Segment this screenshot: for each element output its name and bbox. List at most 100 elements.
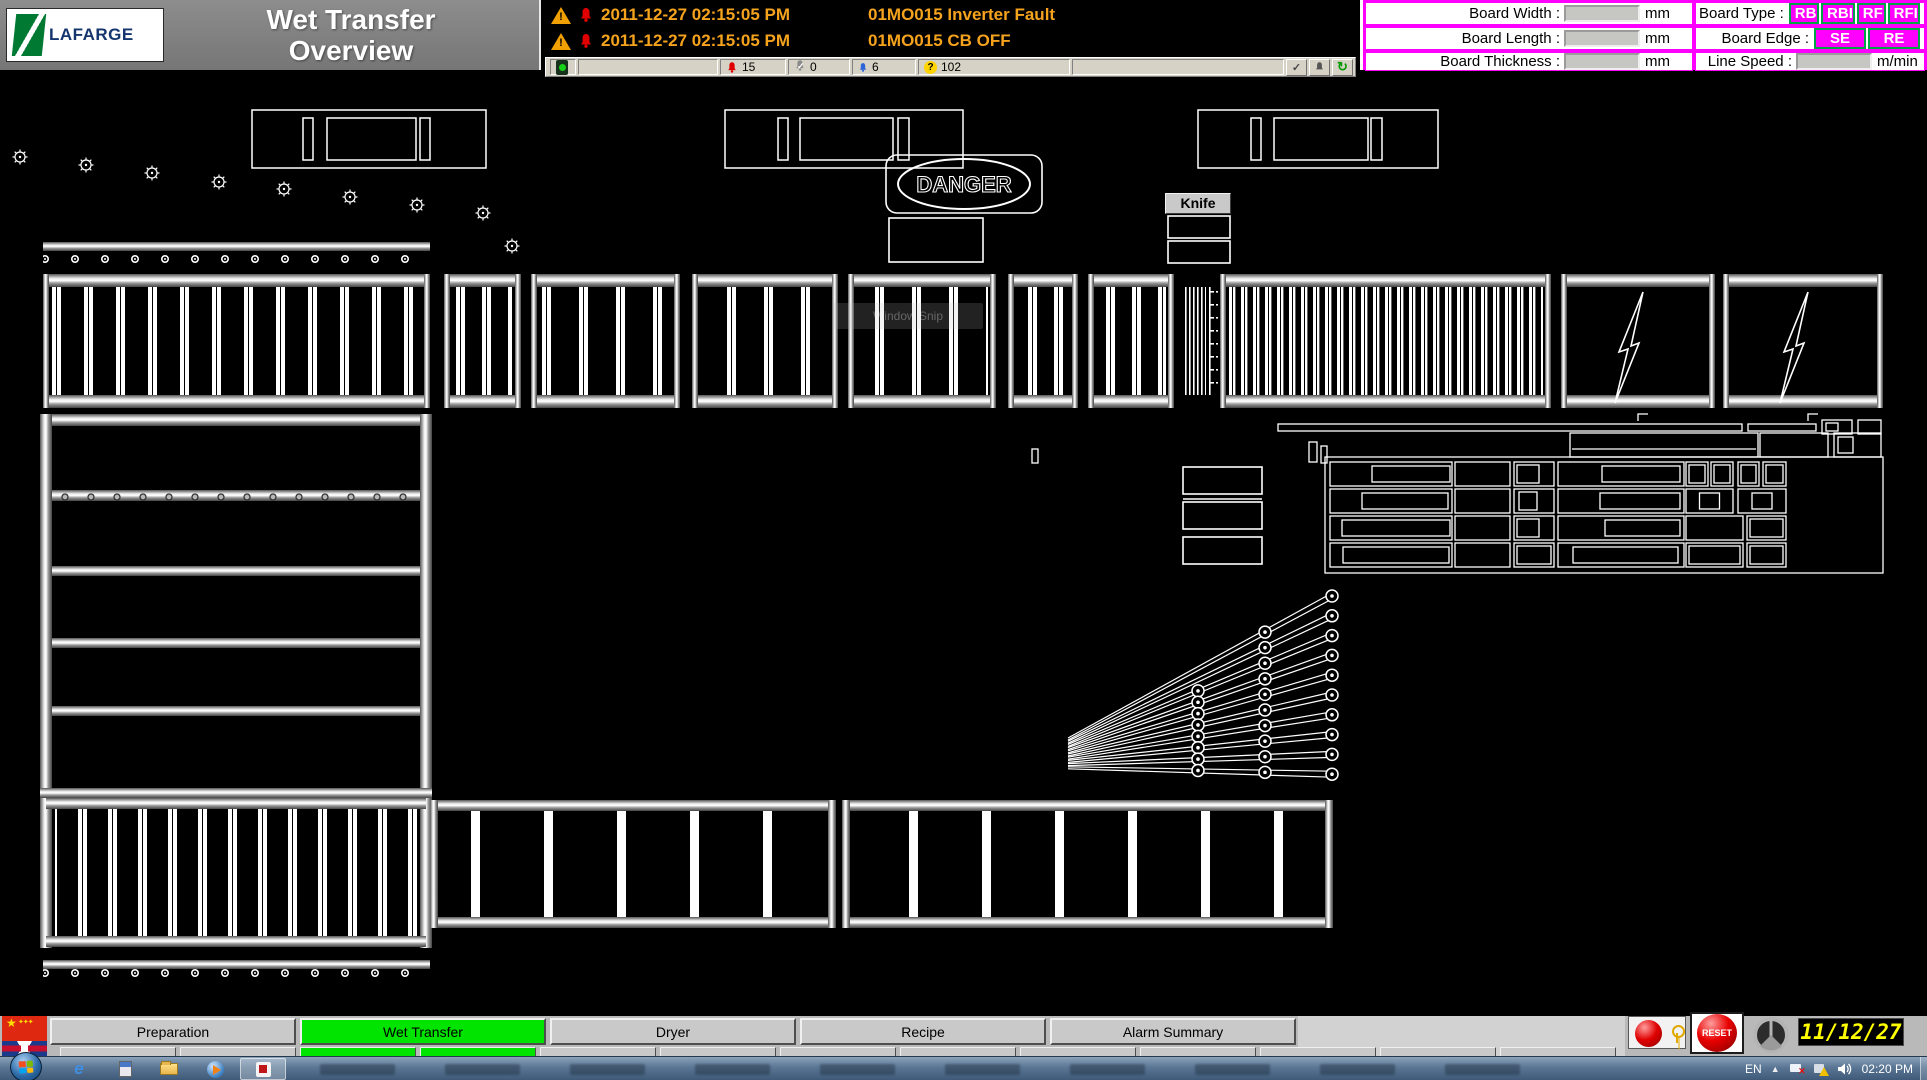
- bottom-conveyor: [430, 800, 1333, 928]
- taskbar-item[interactable]: [1445, 1064, 1520, 1075]
- gear-icons: [13, 150, 520, 254]
- warning-triangle-icon: [551, 7, 571, 24]
- action-center-warning-icon[interactable]: [1813, 1062, 1828, 1076]
- danger-sign: DANGER: [886, 155, 1042, 262]
- board-type-cell: Board Type : RB RBI RF RFI: [1695, 2, 1925, 25]
- board-edge-label: Board Edge :: [1699, 30, 1813, 47]
- board-edge-cell: Board Edge : SE RE: [1695, 27, 1925, 50]
- media-player-icon[interactable]: [204, 1060, 226, 1078]
- board-type-rfi-button[interactable]: RFI: [1888, 3, 1920, 24]
- top-machine-boxes: [252, 110, 1438, 168]
- tab-wet-transfer[interactable]: Wet Transfer: [300, 1018, 546, 1045]
- alarm-time: 2011-12-27 02:15:05 PM: [601, 5, 839, 25]
- tab-dryer[interactable]: Dryer: [550, 1018, 796, 1045]
- line-speed-input[interactable]: [1796, 53, 1872, 70]
- board-length-input[interactable]: [1564, 30, 1640, 47]
- ie-icon[interactable]: e: [68, 1060, 90, 1078]
- alarm-count: 15: [742, 60, 755, 74]
- taskbar-item[interactable]: [820, 1064, 895, 1075]
- ack-button[interactable]: ✓: [1286, 59, 1307, 76]
- lafarge-logo-text: LAFARGE: [49, 25, 134, 45]
- line-speed-label: Line Speed :: [1699, 53, 1796, 70]
- board-type-rb-button[interactable]: RB: [1789, 3, 1819, 24]
- red-bell-icon: [726, 61, 738, 74]
- deck-assembly: [1032, 414, 1883, 573]
- board-type-rf-button[interactable]: RF: [1857, 3, 1886, 24]
- board-edge-se-button[interactable]: SE: [1814, 28, 1866, 49]
- taskbar-item[interactable]: [445, 1064, 520, 1075]
- start-button[interactable]: [10, 1052, 42, 1080]
- other-count: 102: [941, 60, 961, 74]
- board-thickness-label: Board Thickness :: [1369, 53, 1564, 70]
- upper-rail: [43, 242, 430, 251]
- stacked-boxes: [1183, 467, 1262, 564]
- alarm-statusbar: 15 ✓ 0 6 102 ✓: [545, 57, 1356, 77]
- header: LAFARGE Wet Transfer Overview: [0, 0, 541, 70]
- board-edge-re-button[interactable]: RE: [1868, 28, 1920, 49]
- clock[interactable]: 02:20 PM: [1862, 1062, 1913, 1076]
- board-type-label: Board Type :: [1699, 5, 1788, 22]
- reset-button[interactable]: RESET: [1690, 1012, 1744, 1054]
- gauge-icon[interactable]: [1748, 1014, 1794, 1056]
- tray-expand-icon[interactable]: ▲: [1771, 1064, 1780, 1074]
- board-width-unit: mm: [1645, 5, 1689, 22]
- info-count: 6: [872, 60, 879, 74]
- status-filler: [1072, 59, 1284, 75]
- alarm-row[interactable]: 2011-12-27 02:15:05 PM 01MO015 Inverter …: [551, 2, 1055, 28]
- other-count-segment: 102: [918, 59, 1070, 75]
- acked-bell-icon: ✓: [794, 59, 806, 75]
- refresh-button[interactable]: ↻: [1332, 59, 1353, 76]
- page-title-line2: Overview: [168, 35, 534, 66]
- knife-button[interactable]: Knife: [1165, 193, 1231, 214]
- network-disconnected-icon[interactable]: [1789, 1062, 1804, 1076]
- knife-boxes: [1168, 216, 1230, 263]
- alarm-message: 01MO015 Inverter Fault: [868, 5, 1055, 25]
- alarm-bell-icon: [578, 33, 594, 49]
- tab-recipe[interactable]: Recipe: [800, 1018, 1046, 1045]
- main-conveyor: [43, 274, 1883, 408]
- estop-ball-icon: [1635, 1020, 1662, 1047]
- board-width-input[interactable]: [1564, 5, 1640, 22]
- alarm-silence-button[interactable]: [1309, 59, 1330, 76]
- question-icon: [924, 61, 937, 74]
- alarm-row[interactable]: 2011-12-27 02:15:05 PM 01MO015 CB OFF: [551, 28, 1011, 54]
- hmi-screen: DANGER: [0, 0, 1927, 1080]
- taskbar: e EN ▲ 02:20 PM: [0, 1056, 1927, 1080]
- lafarge-logo: LAFARGE: [6, 8, 164, 62]
- tooltip-overlay: Window Snip: [833, 303, 983, 329]
- board-thickness-input[interactable]: [1564, 53, 1640, 70]
- board-width-label: Board Width :: [1369, 5, 1564, 22]
- china-flag-icon: [2, 1016, 47, 1041]
- tab-alarm-summary[interactable]: Alarm Summary: [1050, 1018, 1296, 1045]
- taskbar-item[interactable]: [1320, 1064, 1395, 1075]
- wet-transfer-table: [40, 414, 432, 800]
- date-display: 11/12/27: [1798, 1018, 1904, 1046]
- board-thickness-unit: mm: [1645, 53, 1689, 70]
- taskbar-item[interactable]: [1195, 1064, 1270, 1075]
- tab-preparation[interactable]: Preparation: [50, 1018, 296, 1045]
- show-desktop-button[interactable]: [1920, 1057, 1927, 1080]
- taskbar-item[interactable]: [320, 1064, 395, 1075]
- active-app-taskbar-button[interactable]: [240, 1058, 286, 1080]
- language-indicator[interactable]: EN: [1745, 1062, 1762, 1076]
- board-length-label: Board Length :: [1369, 30, 1564, 47]
- reset-ball-icon: RESET: [1697, 1014, 1737, 1052]
- language-flag-icon[interactable]: [2, 1016, 47, 1056]
- emergency-stop-indicator[interactable]: [1628, 1016, 1686, 1049]
- speaker-icon[interactable]: [1837, 1062, 1853, 1076]
- danger-label: DANGER: [916, 172, 1011, 197]
- bell-icon: [1314, 61, 1325, 73]
- explorer-folder-icon[interactable]: [158, 1060, 180, 1078]
- hmi-app-icon: [256, 1062, 271, 1077]
- board-type-rbi-button[interactable]: RBI: [1821, 3, 1855, 24]
- machine-diagram: DANGER: [0, 0, 1927, 1080]
- taskbar-item[interactable]: [1070, 1064, 1145, 1075]
- taskbar-item[interactable]: [570, 1064, 645, 1075]
- alarm-time: 2011-12-27 02:15:05 PM: [601, 31, 839, 51]
- page-title: Wet Transfer Overview: [168, 4, 534, 66]
- taskbar-item[interactable]: [695, 1064, 770, 1075]
- taskbar-item[interactable]: [945, 1064, 1020, 1075]
- page-title-line1: Wet Transfer: [168, 4, 534, 35]
- calculator-icon[interactable]: [114, 1060, 136, 1078]
- status-light: [550, 59, 576, 75]
